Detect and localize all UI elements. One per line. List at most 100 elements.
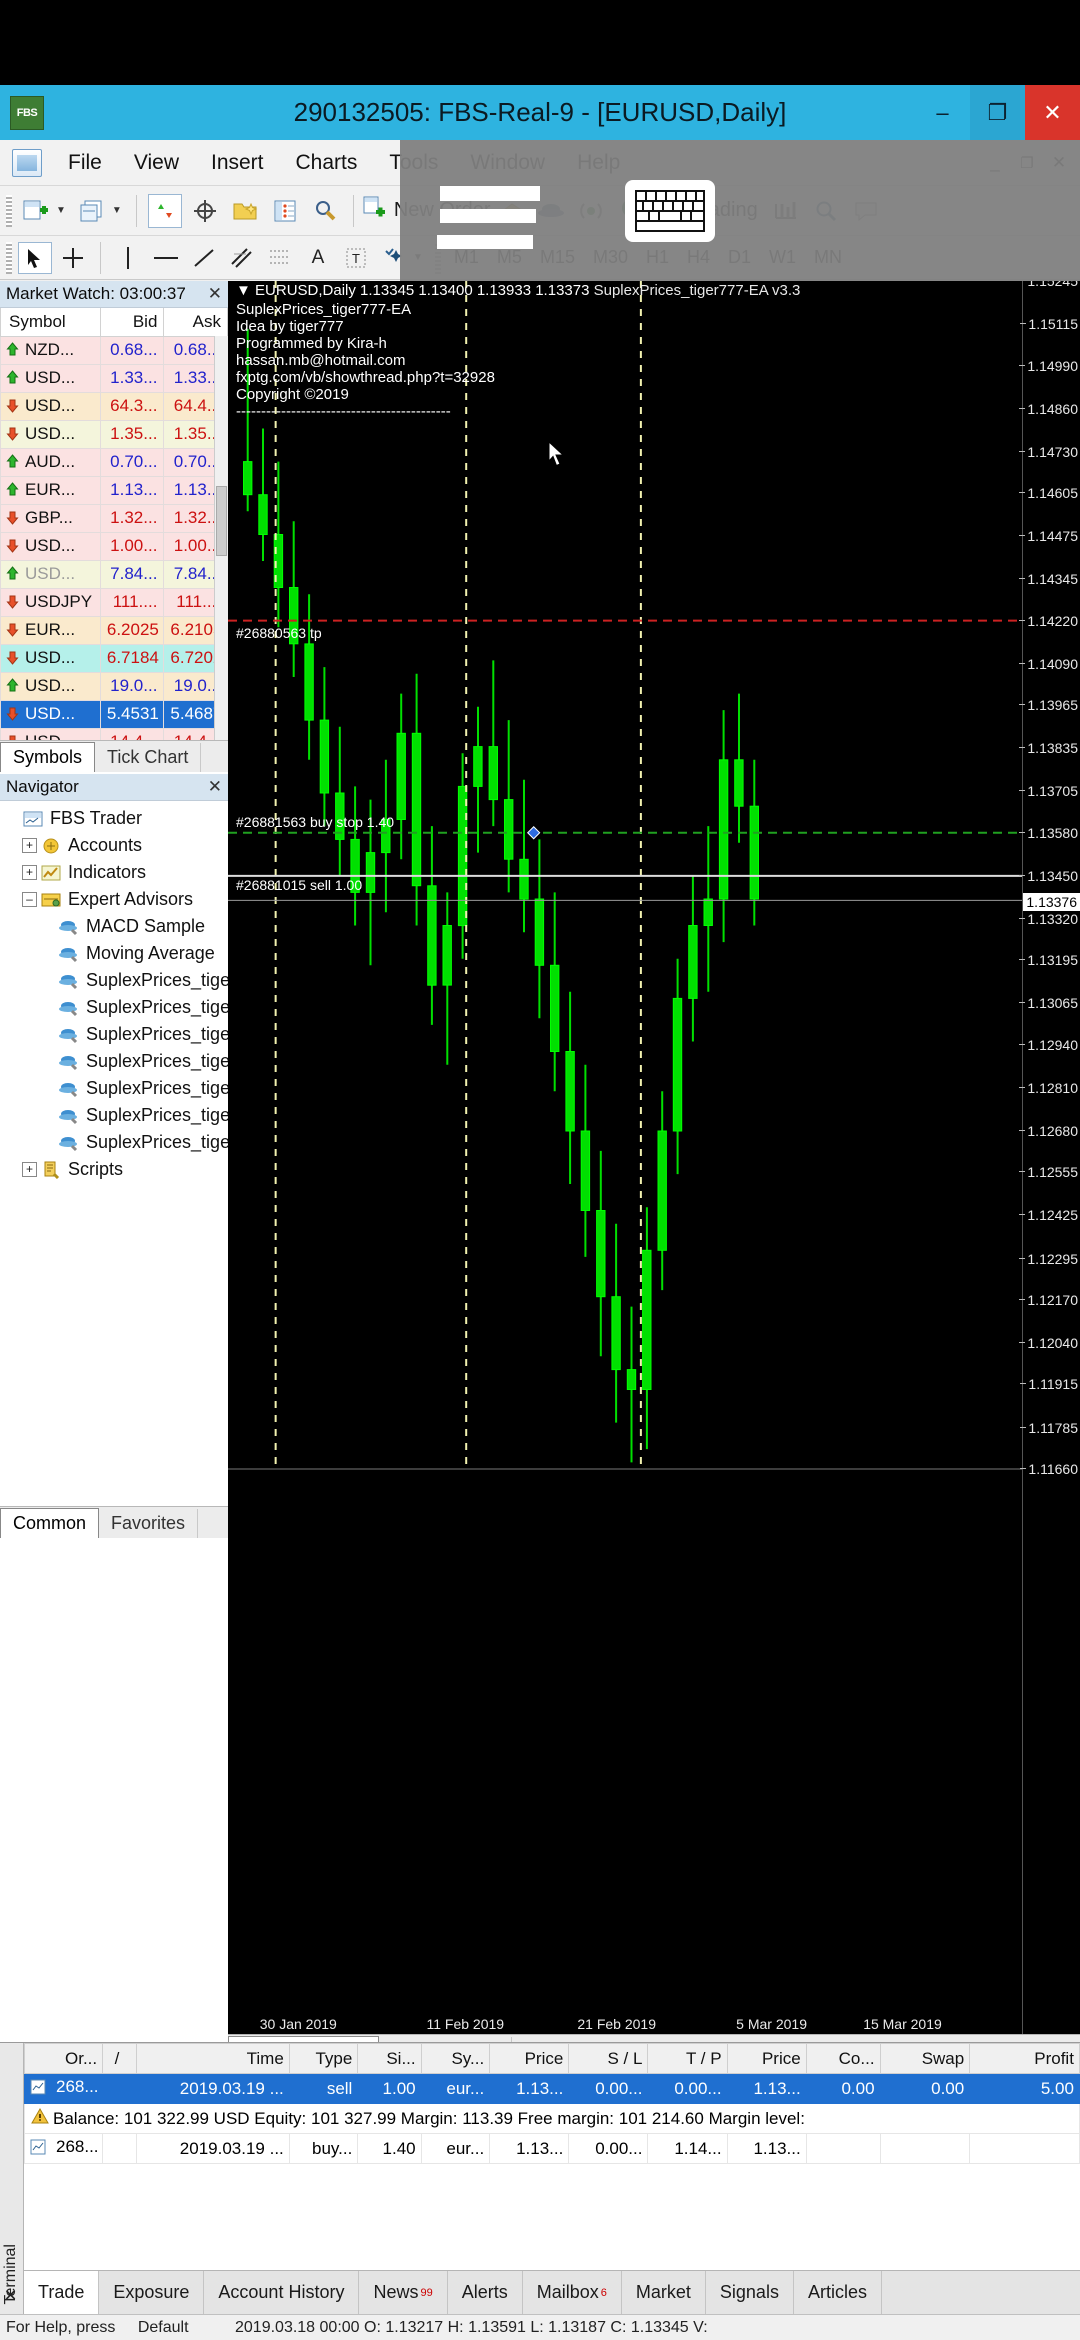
cell-10[interactable]: 0.00 <box>806 2074 880 2104</box>
market-watch-symbol[interactable]: EUR... <box>1 476 101 504</box>
toolbar-grip[interactable] <box>6 195 12 227</box>
col-type[interactable]: Type <box>289 2044 358 2074</box>
navigator-tree-item[interactable]: SuplexPrices_tiger777 <box>0 1021 228 1048</box>
market-watch-row[interactable]: USDJPY111....111.... <box>1 588 228 616</box>
col-size[interactable]: Si... <box>358 2044 421 2074</box>
terminal-tab-exposure[interactable]: Exposure <box>99 2271 204 2314</box>
tab-common[interactable]: Common <box>0 1508 99 1538</box>
terminal-tab-articles[interactable]: Articles <box>794 2271 882 2314</box>
market-watch-icon[interactable] <box>148 194 182 228</box>
col-order[interactable]: Or... <box>25 2044 103 2074</box>
navigator-tree-item[interactable]: +Indicators <box>0 859 228 886</box>
market-watch-symbol[interactable]: USD... <box>1 420 101 448</box>
cell-3[interactable]: buy... <box>289 2134 358 2164</box>
market-watch-symbol[interactable]: USD... <box>1 672 101 700</box>
market-watch-scroll-thumb[interactable] <box>216 486 227 556</box>
profiles-icon[interactable] <box>75 194 109 228</box>
market-watch-symbol[interactable]: EUR... <box>1 616 101 644</box>
trade-row[interactable]: 268...2019.03.19 ...buy...1.40eur...1.13… <box>25 2134 1080 2164</box>
col-time[interactable]: Time <box>136 2044 289 2074</box>
text-label-icon[interactable]: T <box>339 242 373 274</box>
navigator-tree-item[interactable]: Moving Average <box>0 940 228 967</box>
col-swap[interactable]: Swap <box>880 2044 970 2074</box>
tree-expander-icon[interactable]: – <box>22 892 37 907</box>
col-tp[interactable]: T / P <box>648 2044 727 2074</box>
column-symbol[interactable]: Symbol <box>1 308 101 336</box>
menu-insert[interactable]: Insert <box>195 151 280 175</box>
market-watch-symbol[interactable]: GBP... <box>1 504 101 532</box>
terminal-icon[interactable] <box>268 194 302 228</box>
navigator-tree-item[interactable]: SuplexPrices_tiger777 <box>0 967 228 994</box>
tree-expander-icon[interactable]: + <box>22 838 37 853</box>
market-watch-bid[interactable]: 6.7184 <box>100 644 164 672</box>
market-watch-symbol[interactable]: USD... <box>1 560 101 588</box>
trendline-icon[interactable] <box>187 242 221 274</box>
market-watch-symbol[interactable]: AUD... <box>1 448 101 476</box>
market-watch-bid[interactable]: 7.84... <box>100 560 164 588</box>
market-watch-row[interactable]: USD...1.35...1.35... <box>1 420 228 448</box>
column-ask[interactable]: Ask <box>164 308 228 336</box>
market-watch-bid[interactable]: 6.2025 <box>100 616 164 644</box>
market-watch-bid[interactable]: 0.70... <box>100 448 164 476</box>
chart-canvas[interactable]: ▼ EURUSD,Daily 1.13345 1.13400 1.13933 1… <box>228 281 1080 2034</box>
cell-3[interactable]: sell <box>289 2074 358 2104</box>
cell-order[interactable]: 268... <box>25 2074 103 2104</box>
object-label-sell[interactable]: #26881015 sell 1.00 <box>236 877 362 893</box>
market-watch-symbol[interactable]: USD... <box>1 392 101 420</box>
cell-11[interactable]: 0.00 <box>880 2074 970 2104</box>
navigator-tree-item[interactable]: SuplexPrices_tiger777 <box>0 1048 228 1075</box>
market-watch-bid[interactable]: 1.00... <box>100 532 164 560</box>
market-watch-symbol[interactable]: USD... <box>1 532 101 560</box>
market-watch-row[interactable]: AUD...0.70...0.70... <box>1 448 228 476</box>
horizontal-line-icon[interactable] <box>149 242 183 274</box>
cursor-icon[interactable] <box>18 242 52 274</box>
navigator-tree-item[interactable]: SuplexPrices_tiger777 <box>0 1102 228 1129</box>
close-button[interactable]: ✕ <box>1025 85 1080 140</box>
market-watch-bid[interactable]: 64.3... <box>100 392 164 420</box>
tree-expander-icon[interactable]: + <box>22 1162 37 1177</box>
market-watch-row[interactable]: USD...1.33...1.33... <box>1 364 228 392</box>
market-watch-bid[interactable]: 5.4531 <box>100 700 164 728</box>
market-watch-close-icon[interactable]: ✕ <box>202 284 222 304</box>
cell-9[interactable]: 1.13... <box>727 2074 806 2104</box>
column-bid[interactable]: Bid <box>100 308 164 336</box>
cell-1[interactable] <box>103 2074 137 2104</box>
navigator-tree-item[interactable]: SuplexPrices_tiger777 <box>0 1129 228 1156</box>
cell-6[interactable]: 1.13... <box>490 2134 569 2164</box>
cell-2[interactable]: 2019.03.19 ... <box>136 2134 289 2164</box>
navigator-tree-item[interactable]: FBS Trader <box>0 805 228 832</box>
equidistant-channel-icon[interactable] <box>225 242 259 274</box>
new-chart-dropdown-icon[interactable]: ▼ <box>56 205 66 216</box>
keyboard-icon[interactable] <box>625 180 715 242</box>
col-symbol[interactable]: Sy... <box>421 2044 490 2074</box>
balance-row[interactable]: Balance: 101 322.99 USD Equity: 101 327.… <box>25 2104 1080 2134</box>
terminal-tab-news[interactable]: News99 <box>359 2271 447 2314</box>
market-watch-row[interactable]: GBP...1.32...1.32... <box>1 504 228 532</box>
market-watch-row[interactable]: NZD...0.68...0.68... <box>1 336 228 364</box>
market-watch-row[interactable]: USD...7.84...7.84... <box>1 560 228 588</box>
market-watch-row[interactable]: EUR...6.20256.2105 <box>1 616 228 644</box>
col-sl[interactable]: S / L <box>569 2044 648 2074</box>
market-watch-row[interactable]: USD...19.0...19.0... <box>1 672 228 700</box>
cell-7[interactable]: 0.00... <box>569 2134 648 2164</box>
cell-9[interactable]: 1.13... <box>727 2134 806 2164</box>
market-watch-row[interactable]: USD...6.71846.7202 <box>1 644 228 672</box>
cell-4[interactable]: 1.00 <box>358 2074 421 2104</box>
cell-8[interactable]: 0.00... <box>648 2074 727 2104</box>
crosshair-icon[interactable] <box>56 242 90 274</box>
market-watch-bid[interactable]: 1.13... <box>100 476 164 504</box>
fibonacci-icon[interactable] <box>263 242 297 274</box>
cell-5[interactable]: eur... <box>421 2134 490 2164</box>
tab-tick-chart[interactable]: Tick Chart <box>95 743 201 772</box>
cell-12[interactable]: 5.00 <box>970 2074 1080 2104</box>
cell-10[interactable] <box>806 2134 880 2164</box>
market-watch-row[interactable]: EUR...1.13...1.13... <box>1 476 228 504</box>
market-watch-bid[interactable]: 111.... <box>100 588 164 616</box>
terminal-tab-signals[interactable]: Signals <box>706 2271 794 2314</box>
menu-file[interactable]: File <box>52 151 118 175</box>
market-watch-bid[interactable]: 1.33... <box>100 364 164 392</box>
object-label-buy-stop[interactable]: #26881563 buy stop 1.40 <box>236 814 394 830</box>
market-watch-symbol[interactable]: NZD... <box>1 336 101 364</box>
navigator-tree-item[interactable]: +Scripts <box>0 1156 228 1183</box>
market-watch-row[interactable]: USD...5.45315.4687 <box>1 700 228 728</box>
